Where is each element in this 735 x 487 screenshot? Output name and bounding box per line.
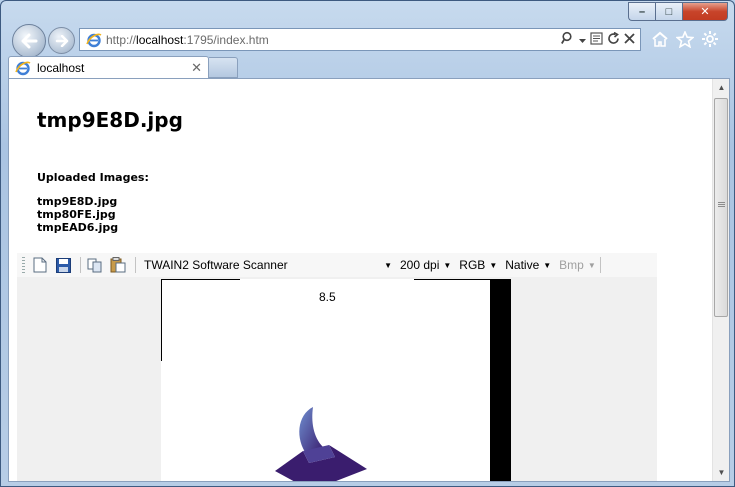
url-text[interactable]: http://localhost:1795/index.htm (106, 33, 561, 47)
color-mode-value: RGB (459, 258, 486, 272)
ie-tab-icon (15, 61, 31, 76)
scanner-source-select[interactable]: TWAIN2 Software Scanner ▼ (140, 255, 392, 275)
page-outline (161, 279, 240, 280)
scan-preview[interactable]: 8.5 (161, 279, 511, 481)
scanner-control: TWAIN2 Software Scanner ▼ 200 dpi ▼ RGB … (17, 253, 657, 481)
new-document-icon[interactable] (30, 255, 50, 275)
refresh-icon[interactable] (607, 31, 620, 48)
url-path: :1795/index.htm (183, 32, 269, 47)
copy-icon[interactable] (85, 255, 105, 275)
address-bar[interactable]: http://localhost:1795/index.htm (79, 28, 641, 51)
chevron-down-icon: ▼ (587, 260, 596, 270)
stop-icon[interactable] (624, 32, 635, 47)
url-scheme: http:// (106, 32, 137, 47)
list-item: tmpEAD6.jpg (37, 221, 119, 234)
browser-toolbar-icons (651, 30, 719, 48)
page-body: tmp9E8D.jpg Uploaded Images: tmp9E8D.jpg… (9, 79, 713, 481)
new-tab-button[interactable] (209, 57, 238, 78)
scanner-toolbar: TWAIN2 Software Scanner ▼ 200 dpi ▼ RGB … (17, 253, 657, 277)
scrollbar-thumb[interactable] (714, 98, 728, 317)
forward-arrow-icon (55, 34, 68, 47)
scroll-up-icon[interactable]: ▲ (713, 79, 729, 96)
format-value: Bmp (559, 258, 584, 272)
tab-close-icon[interactable]: ✕ (191, 60, 202, 76)
tools-gear-icon[interactable] (701, 30, 719, 48)
chevron-down-icon: ▼ (489, 260, 498, 270)
chevron-down-icon[interactable]: ▼ (384, 261, 392, 270)
close-button[interactable]: ✕ (682, 2, 728, 21)
ie-page-icon (86, 33, 102, 47)
tab-title: localhost (37, 61, 85, 75)
scanner-source-value: TWAIN2 Software Scanner (144, 258, 288, 272)
maximize-button[interactable]: □ (655, 2, 682, 21)
vertical-scrollbar[interactable]: ▲ ▼ (712, 79, 729, 481)
list-item: tmp80FE.jpg (37, 208, 116, 221)
tab-localhost[interactable]: localhost ✕ (8, 56, 209, 79)
format-dropdown[interactable]: Bmp ▼ (559, 258, 596, 272)
browser-window: – □ ✕ http://localhost:1795/index.htm lo… (0, 0, 735, 487)
favorites-star-icon[interactable] (676, 30, 694, 48)
page-outline (414, 279, 490, 280)
scan-edge-bar (490, 279, 511, 481)
list-item: tmp9E8D.jpg (37, 195, 118, 208)
home-icon[interactable] (651, 30, 669, 48)
size-dropdown[interactable]: Native ▼ (505, 258, 551, 272)
preview-size-label: 8.5 (319, 290, 336, 304)
search-dropdown-icon[interactable] (579, 33, 586, 47)
chevron-down-icon: ▼ (443, 260, 452, 270)
minimize-button[interactable]: – (628, 2, 655, 21)
back-button[interactable] (12, 24, 46, 58)
back-arrow-icon (21, 33, 38, 49)
resolution-value: 200 dpi (400, 258, 440, 272)
toolbar-grip[interactable] (22, 257, 25, 273)
compatibility-view-icon[interactable] (590, 31, 603, 48)
resolution-dropdown[interactable]: 200 dpi ▼ (400, 258, 451, 272)
page-viewport: tmp9E8D.jpg Uploaded Images: tmp9E8D.jpg… (8, 78, 730, 482)
paste-icon[interactable] (108, 255, 128, 275)
address-bar-icons (561, 31, 635, 48)
scroll-down-icon[interactable]: ▼ (713, 464, 729, 481)
scanned-arrow-graphic (275, 407, 367, 481)
url-host: localhost (136, 32, 184, 47)
uploaded-images-list: tmp9E8D.jpg tmp80FE.jpg tmpEAD6.jpg (37, 195, 118, 234)
search-icon[interactable] (561, 31, 575, 48)
size-value: Native (505, 258, 540, 272)
chevron-down-icon: ▼ (543, 260, 552, 270)
forward-button[interactable] (48, 27, 75, 54)
page-outline (161, 279, 162, 361)
toolbar-separator (599, 257, 601, 273)
page-title: tmp9E8D.jpg (37, 108, 183, 132)
toolbar-separator (80, 257, 81, 273)
caption-buttons: – □ ✕ (628, 2, 728, 21)
save-icon[interactable] (53, 255, 73, 275)
color-mode-dropdown[interactable]: RGB ▼ (459, 258, 497, 272)
uploaded-images-label: Uploaded Images: (37, 171, 149, 184)
toolbar-separator (135, 257, 136, 273)
